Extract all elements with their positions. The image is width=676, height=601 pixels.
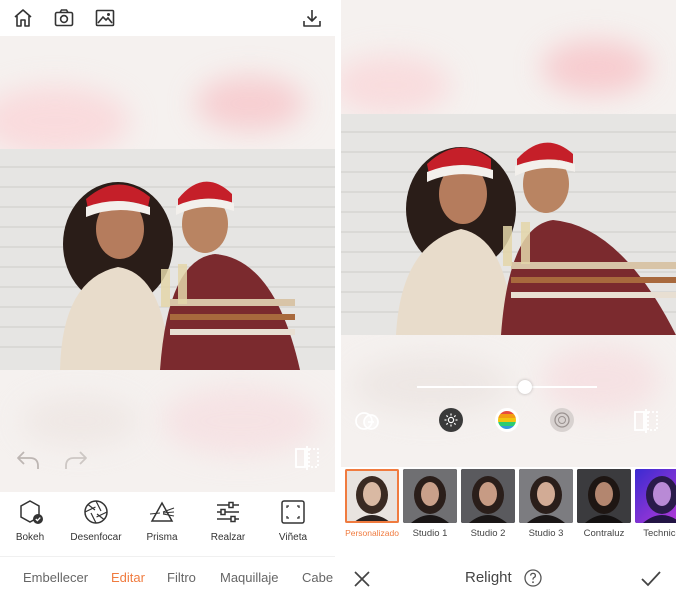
tool-label: Prisma (146, 532, 178, 543)
download-icon[interactable] (300, 6, 324, 30)
preset-technico[interactable]: Technico (635, 469, 676, 539)
intensity-slider[interactable] (417, 378, 597, 396)
preset-label: Personalizado (345, 528, 399, 538)
tool-label: Realzar (210, 532, 246, 543)
prism-icon (148, 498, 176, 526)
rainbow-icon (498, 411, 516, 429)
check-icon[interactable] (639, 568, 663, 590)
preset-label: Studio 1 (412, 528, 448, 539)
compare-icon[interactable] (631, 408, 661, 434)
photo-image (341, 114, 676, 335)
home-icon[interactable] (11, 6, 35, 30)
panel-title: Relight (465, 569, 512, 586)
preset-thumbnail (577, 469, 631, 523)
preset-label: Studio 3 (528, 528, 564, 539)
photo[interactable] (341, 114, 676, 335)
tool-desenfocar[interactable]: Desenfocar (64, 498, 128, 543)
slider-track (417, 386, 597, 388)
top-toolbar (0, 0, 335, 36)
tab-filtro[interactable]: Filtro (167, 570, 196, 585)
help-icon[interactable] (523, 568, 543, 588)
preset-contraluz[interactable]: Contraluz (577, 469, 631, 539)
vignette-icon (279, 498, 307, 526)
preset-studio-3[interactable]: Studio 3 (519, 469, 573, 539)
color-mode-button[interactable] (495, 408, 519, 432)
light-mode-button[interactable] (439, 408, 463, 432)
sun-icon (444, 413, 458, 427)
preset-thumbnail (345, 469, 399, 523)
slider-knob[interactable] (518, 380, 532, 394)
tool-vineta[interactable]: Viñeta (261, 498, 325, 543)
tool-label: Bokeh (15, 532, 45, 543)
aperture-icon (82, 498, 110, 526)
preset-thumbnail (635, 469, 676, 523)
tool-bokeh[interactable]: Bokeh (0, 498, 62, 543)
tool-label: Viñeta (278, 532, 308, 543)
tool-prisma[interactable]: Prisma (130, 498, 194, 543)
texture-icon (554, 412, 570, 428)
preset-studio-2[interactable]: Studio 2 (461, 469, 515, 539)
relight-presets: Personalizado Studio 1 Studio 2 Studio 3… (341, 467, 676, 542)
undo-icon[interactable] (14, 448, 42, 472)
preset-personalizado[interactable]: Personalizado (345, 469, 399, 538)
tab-cabello[interactable]: Cabe (302, 570, 333, 585)
compare-icon[interactable] (292, 445, 322, 471)
preset-label: Contraluz (583, 528, 625, 539)
tab-embellecer[interactable]: Embellecer (23, 570, 88, 585)
close-icon[interactable] (351, 568, 373, 590)
face-select-icon[interactable] (353, 408, 383, 434)
image-icon[interactable] (93, 6, 117, 30)
photo-image (0, 149, 335, 370)
tab-editar[interactable]: Editar (111, 570, 145, 585)
category-tabs: Embellecer Editar Filtro Maquillaje Cabe (0, 556, 335, 601)
hexagon-check-icon (16, 498, 44, 526)
tool-label: Desenfocar (70, 532, 122, 543)
sliders-icon (214, 498, 242, 526)
editor-panel: Bokeh Desenfocar Prisma Realzar Viñeta E… (0, 0, 335, 601)
relight-panel: Personalizado Studio 1 Studio 2 Studio 3… (341, 0, 676, 601)
texture-mode-button[interactable] (550, 408, 574, 432)
preset-studio-1[interactable]: Studio 1 (403, 469, 457, 539)
tool-row: Bokeh Desenfocar Prisma Realzar Viñeta (0, 492, 335, 552)
preset-label: Studio 2 (470, 528, 506, 539)
preset-thumbnail (403, 469, 457, 523)
relight-bottom-bar: Relight (341, 556, 676, 601)
photo[interactable] (0, 149, 335, 370)
camera-icon[interactable] (52, 6, 76, 30)
redo-icon[interactable] (62, 448, 90, 472)
tool-realzar[interactable]: Realzar (196, 498, 260, 543)
preset-label: Technico (643, 528, 676, 539)
preset-thumbnail (461, 469, 515, 523)
preset-thumbnail (519, 469, 573, 523)
tab-maquillaje[interactable]: Maquillaje (220, 570, 279, 585)
